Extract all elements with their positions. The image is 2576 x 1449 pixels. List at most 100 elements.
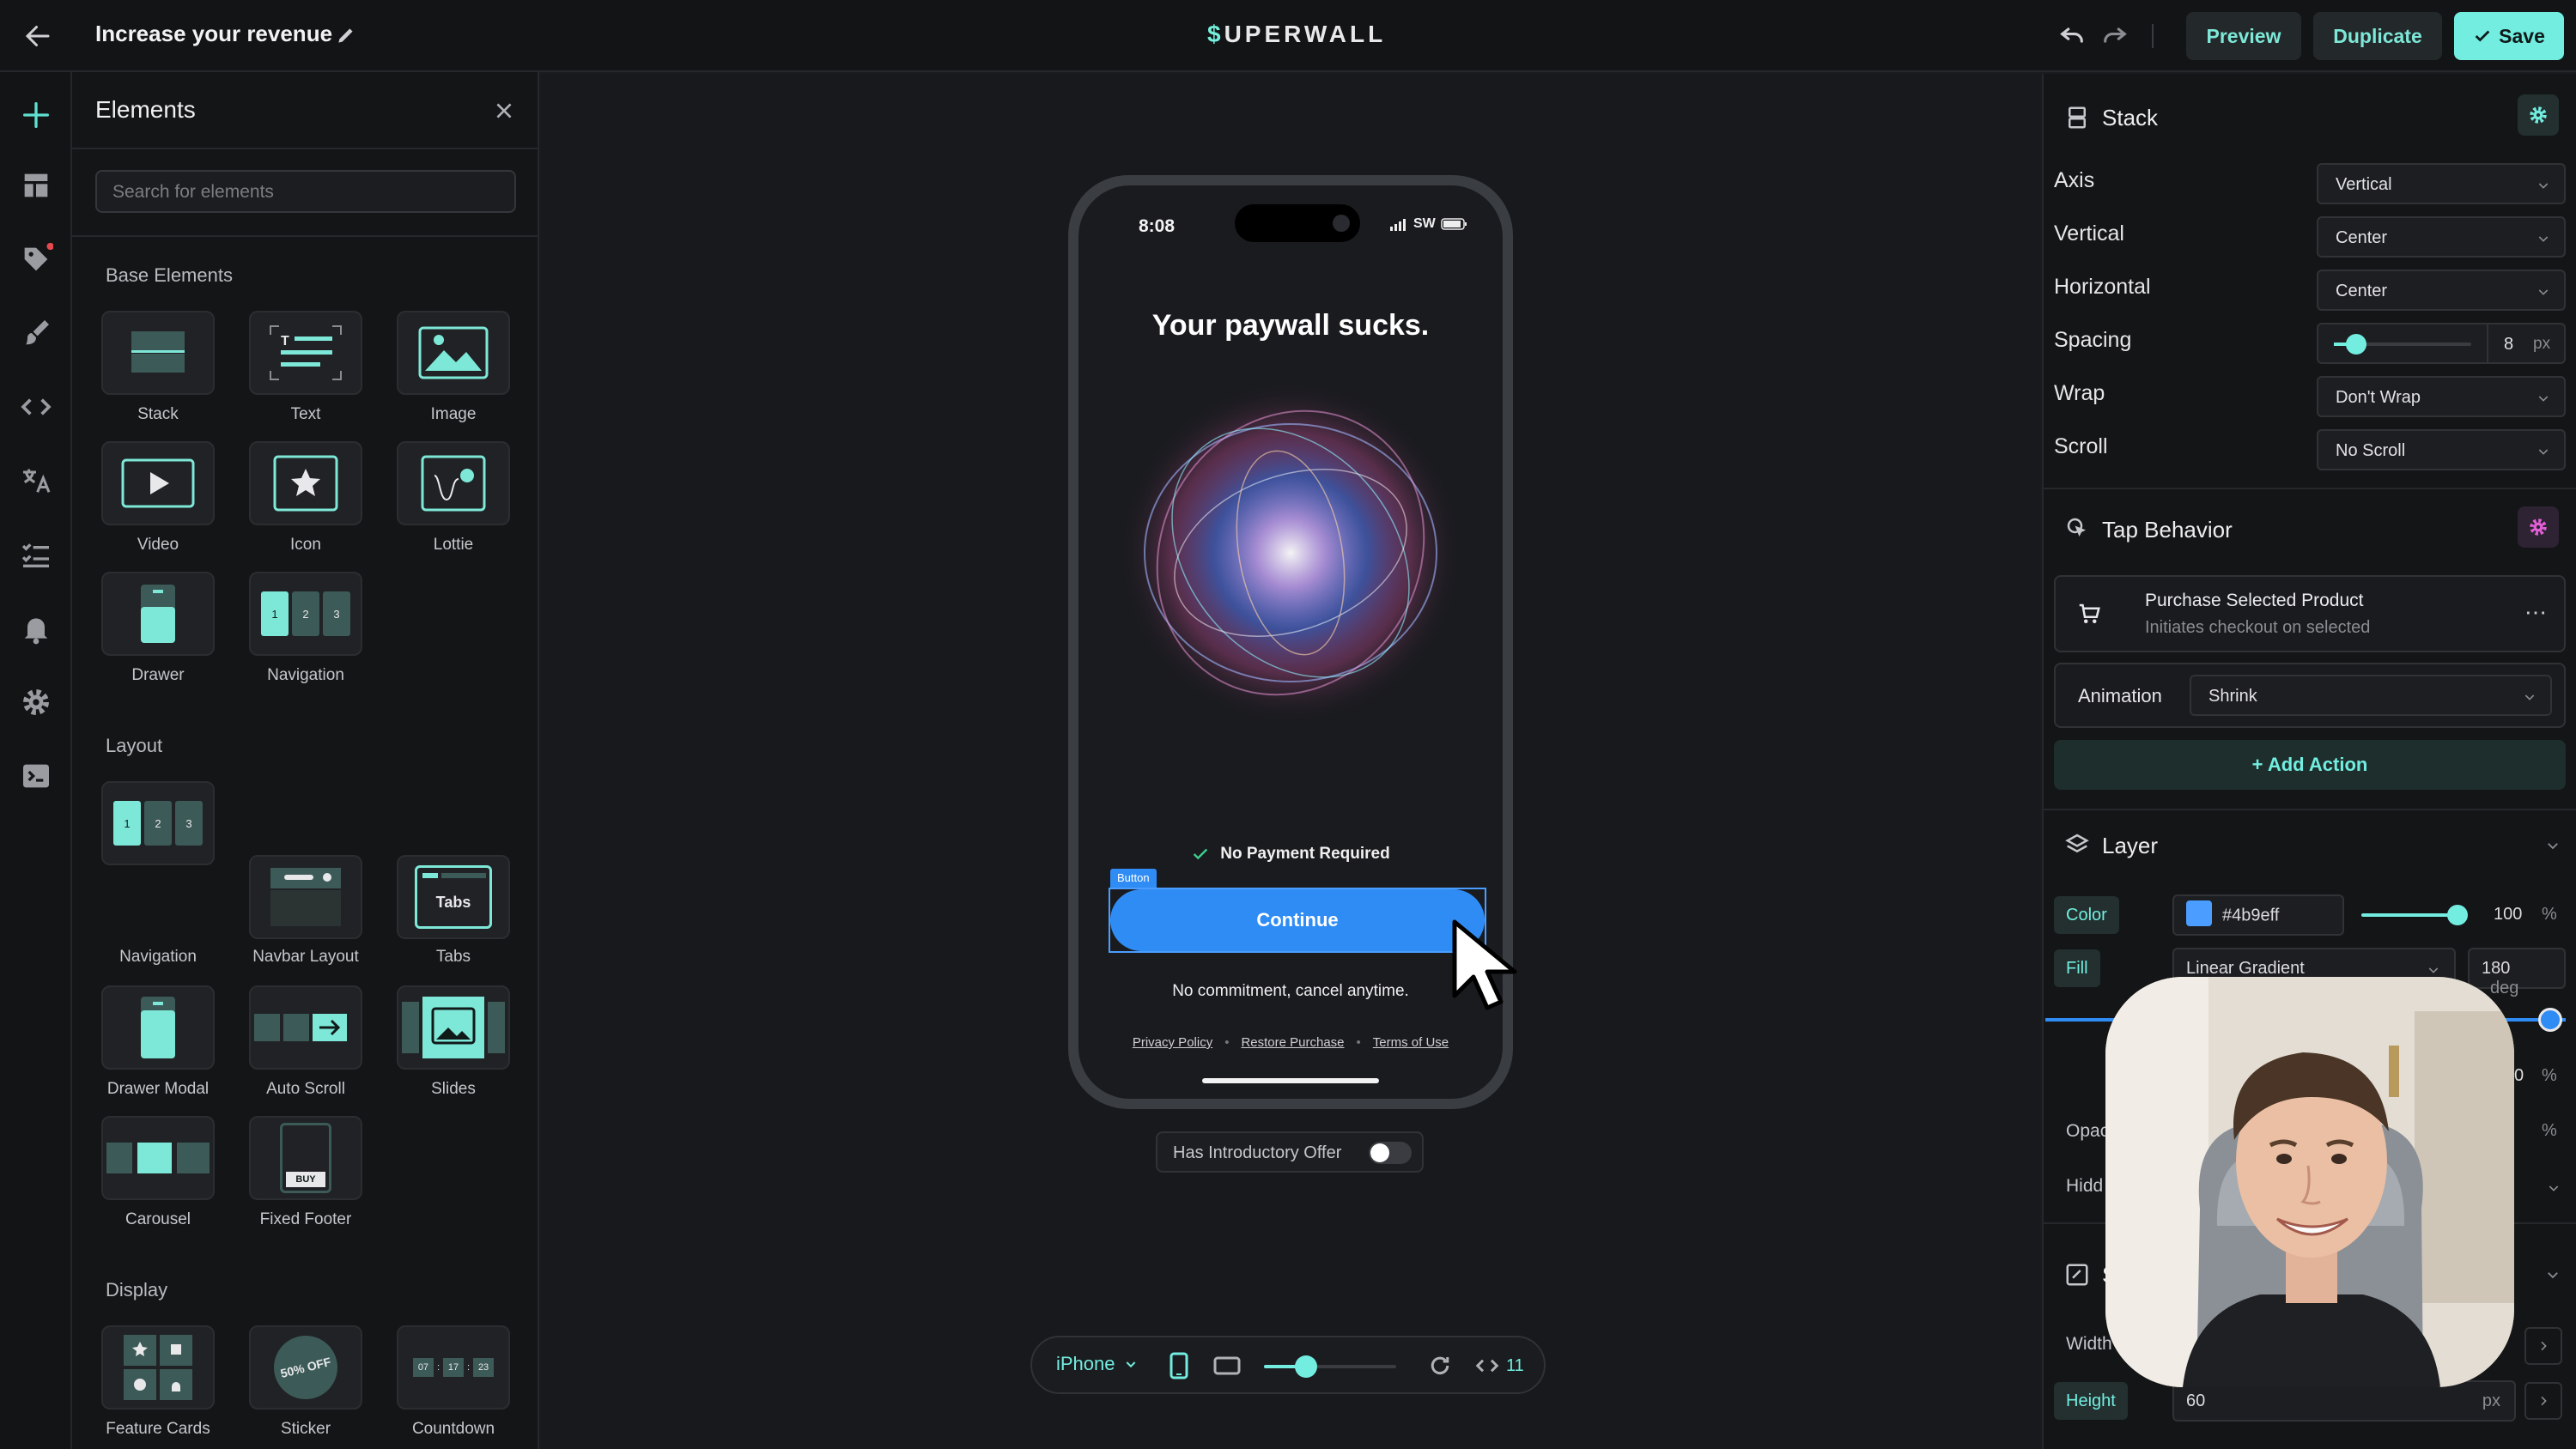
checkmark-icon — [1194, 848, 1208, 860]
restore-purchase-link[interactable]: Restore Purchase — [1241, 1035, 1344, 1050]
horizontal-select[interactable]: Center — [2317, 270, 2566, 311]
horizontal-value: Center — [2336, 282, 2388, 300]
chevron-down-icon[interactable] — [2545, 838, 2561, 853]
tile-carousel[interactable] — [101, 1116, 215, 1200]
tile-icon[interactable] — [249, 441, 362, 525]
code-icon[interactable] — [19, 390, 53, 424]
tag-icon[interactable] — [19, 242, 53, 276]
color-opacity-slider[interactable] — [2361, 905, 2468, 925]
checklist-icon[interactable] — [19, 537, 53, 572]
axis-select[interactable]: Vertical — [2317, 163, 2566, 204]
animation-select[interactable]: Shrink — [2190, 675, 2552, 716]
tile-video[interactable] — [101, 441, 215, 525]
left-rail — [0, 72, 72, 1449]
chevron-down-icon[interactable] — [2547, 1181, 2561, 1195]
spacing-slider[interactable] — [2334, 334, 2471, 355]
gear-icon — [2530, 518, 2547, 536]
tile-auto-scroll[interactable] — [249, 985, 362, 1070]
back-arrow-icon[interactable] — [22, 21, 53, 52]
vertical-select[interactable]: Center — [2317, 216, 2566, 258]
tile-navigation[interactable]: 1 2 3 — [249, 572, 362, 656]
phone-frame: 8:08 SW Your paywall sucks. No Payment R… — [1068, 175, 1513, 1109]
svg-text:T: T — [281, 334, 289, 349]
edit-pencil-icon[interactable] — [335, 24, 357, 46]
height-expand-button[interactable] — [2524, 1382, 2562, 1420]
redo-icon[interactable] — [2100, 21, 2129, 50]
percent-unit: % — [2542, 1121, 2557, 1140]
terms-link[interactable]: Terms of Use — [1373, 1035, 1449, 1050]
dynamic-island — [1235, 204, 1360, 242]
width-label: Width — [2066, 1334, 2112, 1354]
color-opacity-value[interactable]: 100 — [2494, 905, 2522, 925]
tap-settings-button[interactable] — [2518, 506, 2559, 548]
save-label: Save — [2499, 24, 2545, 47]
tile-label: Countdown — [411, 1420, 495, 1438]
zoom-slider[interactable] — [1264, 1355, 1396, 1378]
tile-sticker[interactable]: 50% OFF — [249, 1325, 362, 1410]
paint-brush-icon[interactable] — [19, 316, 53, 350]
tile-countdown[interactable]: 07: 17: 23 — [397, 1325, 510, 1410]
translate-icon[interactable] — [19, 464, 53, 498]
terminal-icon[interactable] — [19, 759, 53, 793]
gear-icon[interactable] — [19, 685, 53, 719]
privacy-policy-link[interactable]: Privacy Policy — [1133, 1035, 1212, 1050]
color-swatch[interactable] — [2186, 900, 2212, 926]
intro-offer-switch[interactable] — [1369, 1142, 1412, 1164]
video-icon — [121, 458, 195, 508]
scroll-label: Scroll — [2054, 434, 2108, 458]
width-expand-button[interactable] — [2524, 1327, 2562, 1365]
scroll-select[interactable]: No Scroll — [2317, 429, 2566, 470]
spacing-unit: px — [2533, 335, 2551, 353]
tile-slides[interactable] — [397, 985, 510, 1070]
action-card[interactable]: Purchase Selected Product Initiates chec… — [2054, 575, 2566, 652]
color-field[interactable]: #4b9eff — [2172, 894, 2344, 936]
continue-button[interactable]: Continue — [1110, 889, 1485, 951]
tile-drawer-modal[interactable] — [101, 985, 215, 1070]
undo-icon[interactable] — [2057, 21, 2087, 50]
spacing-value[interactable]: 8 — [2504, 335, 2513, 355]
carousel-icon — [106, 1143, 210, 1173]
landscape-icon[interactable] — [1212, 1355, 1242, 1377]
code-count-button[interactable]: 11 — [1473, 1353, 1524, 1379]
refresh-icon[interactable] — [1427, 1353, 1453, 1379]
tile-fixed-footer[interactable]: BUY — [249, 1116, 362, 1200]
code-count: 11 — [1506, 1355, 1524, 1375]
save-button[interactable]: Save — [2454, 12, 2564, 60]
auto-scroll-icon — [254, 1014, 347, 1041]
axis-value: Vertical — [2336, 175, 2392, 194]
more-options-icon[interactable]: ⋯ — [2524, 599, 2548, 626]
intro-offer-toggle-row[interactable]: Has Introductory Offer — [1156, 1131, 1424, 1173]
tile-text[interactable]: T — [249, 311, 362, 395]
slides-icon — [402, 997, 505, 1058]
duplicate-button[interactable]: Duplicate — [2313, 12, 2442, 60]
bell-icon[interactable] — [19, 611, 53, 646]
section-label-base: Base Elements — [106, 264, 233, 286]
wrap-value: Don't Wrap — [2336, 388, 2421, 407]
close-icon[interactable] — [493, 100, 515, 122]
layout-icon[interactable] — [19, 168, 53, 203]
tile-navbar-layout[interactable] — [249, 855, 362, 939]
device-select[interactable]: iPhone — [1056, 1353, 1138, 1375]
opacity-label: Opac — [2066, 1121, 2110, 1141]
tile-layout-navigation[interactable]: 1 2 3 — [101, 781, 215, 865]
add-action-button[interactable]: + Add Action — [2054, 740, 2566, 790]
image-icon — [418, 326, 489, 379]
fill-angle-field[interactable]: 180 deg — [2468, 948, 2566, 997]
preview-button[interactable]: Preview — [2186, 12, 2301, 60]
stack-settings-button[interactable] — [2518, 94, 2559, 136]
chevron-down-icon[interactable] — [2545, 1267, 2561, 1282]
tile-lottie[interactable] — [397, 441, 510, 525]
wrap-select[interactable]: Don't Wrap — [2317, 376, 2566, 417]
element-search-input[interactable]: Search for elements — [95, 170, 516, 213]
portrait-icon[interactable] — [1168, 1351, 1190, 1380]
tile-drawer[interactable] — [101, 572, 215, 656]
tile-stack[interactable] — [101, 311, 215, 395]
stop-percent-value[interactable]: 0 — [2514, 1066, 2524, 1086]
elements-panel: Elements Search for elements Base Elemen… — [72, 72, 539, 1449]
color-hex: #4b9eff — [2222, 906, 2280, 925]
tile-feature-cards[interactable] — [101, 1325, 215, 1410]
tile-image[interactable] — [397, 311, 510, 395]
tile-tabs[interactable]: Tabs — [397, 855, 510, 939]
add-icon[interactable] — [19, 98, 53, 132]
project-title[interactable]: Increase your revenue — [95, 21, 332, 47]
